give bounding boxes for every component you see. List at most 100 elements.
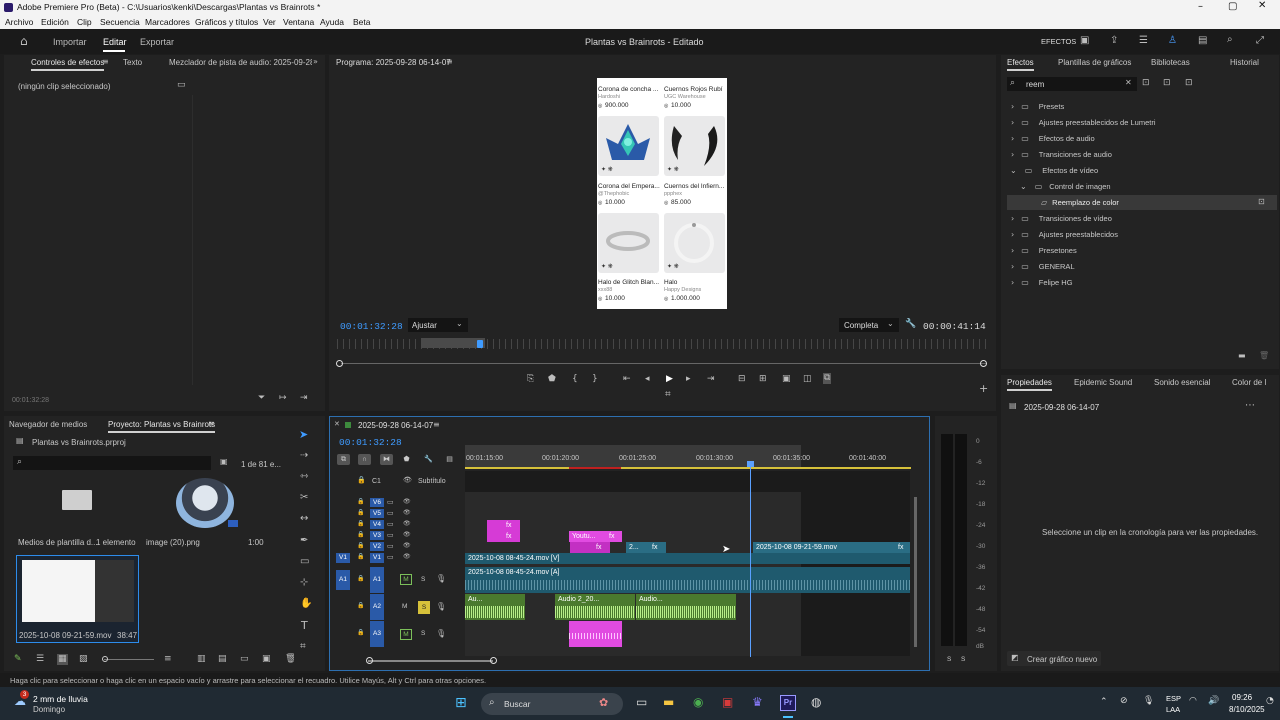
product-card[interactable]: Corona del Empera... @Thephobic 10.000 ◎ [597,177,661,211]
premiere-taskbar-icon[interactable]: Pr [780,695,796,711]
horizontal-scrollbar[interactable] [368,660,493,662]
program-menu-icon[interactable]: ≡ [446,58,453,66]
mic-icon[interactable]: 🎙 [1143,697,1154,706]
new-graphic-button[interactable]: ◩ Crear gráfico nuevo [1007,651,1101,666]
menu-clip[interactable]: Clip [77,17,92,27]
wifi-icon[interactable]: ◠ [1189,697,1197,706]
lock-icon[interactable]: 🔒 [357,554,364,560]
lock-icon[interactable]: 🔒 [357,499,364,505]
tab-project[interactable]: Proyecto: Plantas vs Brainrots [108,420,216,433]
lock-icon[interactable]: 🔒 [357,477,366,484]
product-card[interactable]: Halo de Glitch Blan... xxx88 10.000 ◎ [597,275,661,309]
go-to-in-icon[interactable]: ⇤ [623,375,631,384]
tab-menu-icon[interactable]: ≡ [102,58,109,66]
new-bin-icon[interactable]: ▬ [1238,352,1246,360]
ripple-edit-icon[interactable]: ⇿ [300,472,308,482]
chevron-up-icon[interactable]: ⌃ [1100,698,1108,707]
32bit-effects-icon[interactable]: ⊡ [1163,79,1171,88]
source-patch-a1[interactable]: A1 [336,570,350,590]
notification-icon[interactable]: ◔ [1266,697,1274,706]
tab-media-browser[interactable]: Navegador de medios [9,420,87,429]
insert-icon[interactable]: ⊟ [738,375,746,384]
timeline-playhead[interactable] [750,461,751,657]
product-image-horns[interactable]: ✦ ❋ [664,116,725,176]
button-editor-icon[interactable]: ⌗ [665,390,671,400]
product-card[interactable]: Corona de concha ... Hardoshi 900.000 ◎ [597,78,661,115]
home-icon[interactable]: ⌂ [20,35,28,47]
lock-icon[interactable]: 🔒 [357,603,364,609]
app-icon-purple[interactable]: ♛ [752,696,763,708]
tab-color[interactable]: Color de l [1232,378,1266,387]
track-target-v5[interactable]: V5 [370,509,384,518]
nav-export[interactable]: Exportar [140,37,174,47]
zoom-handle-right[interactable] [980,360,987,367]
zoom-bar[interactable] [341,363,986,364]
product-image-crown[interactable]: ✦ ❋ [598,116,659,176]
export-icon[interactable]: ⇥ [300,394,308,403]
zoom-slider-handle[interactable] [102,656,108,662]
app-icon-red[interactable]: ▣ [722,696,733,708]
clear-search-icon[interactable]: ✕ [1125,79,1132,87]
wrench-icon[interactable]: 🔧 [905,320,916,329]
tab-libraries[interactable]: Bibliotecas [1151,58,1190,67]
sync-lock-icon[interactable]: ▭ [387,510,394,517]
list-icon[interactable]: ☰ [1139,36,1148,46]
close-icon[interactable]: ✕ [1258,1,1266,11]
menu-beta[interactable]: Beta [353,17,371,27]
slip-icon[interactable]: ↔ [300,514,308,524]
add-button-icon[interactable]: + [979,383,988,394]
menu-ver[interactable]: Ver [263,17,276,27]
clip-a2-1[interactable]: Au... [465,594,525,620]
network-off-icon[interactable]: ⊘ [1120,697,1128,706]
zoom-handle-left[interactable] [336,360,343,367]
workspace-label[interactable]: EFECTOS [1041,37,1076,46]
program-playhead[interactable] [477,340,483,348]
solo-left[interactable]: S [947,656,951,663]
list-view-icon[interactable]: ☰ [36,655,44,664]
rectangle-icon[interactable]: ▭ [300,557,309,567]
menu-graficos[interactable]: Gráficos y títulos [195,17,258,27]
track-target-a1[interactable]: A1 [370,567,384,593]
add-marker-icon[interactable]: ⬟ [400,454,413,465]
eye-icon[interactable]: 👁 [403,510,411,516]
filter-icon[interactable]: ⏷ [258,394,265,403]
proxy-icon[interactable]: ⧉ [823,373,832,384]
tree-item-presets-2[interactable]: › ▭ Ajustes preestablecidos [1010,230,1118,239]
weather-text[interactable]: 2 mm de lluvia [33,694,88,704]
microphone-icon[interactable]: 🎙 [436,630,446,638]
language-2[interactable]: LAA [1166,705,1180,714]
magnet-icon[interactable]: ∩ [358,454,371,465]
sync-lock-icon[interactable]: ▭ [387,532,394,539]
sync-lock-icon[interactable]: ▭ [387,543,394,550]
tree-item-audio-effects[interactable]: › ▭ Efectos de audio [1010,134,1095,143]
mark-in-icon[interactable]: { [572,375,578,384]
captions-icon[interactable]: ▤ [443,454,456,465]
play-icon[interactable]: ▶ [666,375,673,384]
fullscreen-icon[interactable]: ⤢ [1256,36,1264,46]
yuv-effects-icon[interactable]: ⊡ [1185,79,1193,88]
timeline-ruler[interactable]: 00:01:15:00 00:01:20:00 00:01:25:00 00:0… [465,445,915,469]
clock-date[interactable]: 8/10/2025 [1229,705,1265,714]
clock-time[interactable]: 09:26 [1232,693,1252,702]
menu-ventana[interactable]: Ventana [283,17,314,27]
clip-a2-2[interactable]: Audio 2_20... [555,594,635,620]
menu-archivo[interactable]: Archivo [5,17,33,27]
playhead-handle[interactable] [747,461,754,467]
product-card[interactable]: Cuernos del Infiern... ppphex 85.000 ◎ [663,177,727,211]
track-target-v2[interactable]: V2 [370,542,384,551]
timeline-timecode[interactable]: 00:01:32:28 [339,437,402,448]
share-icon[interactable]: ⇪ [1110,36,1118,46]
automate-icon[interactable]: ▥ [197,655,206,664]
sync-lock-icon[interactable]: ▭ [387,554,394,561]
accelerated-effects-icon[interactable]: ⊡ [1142,79,1150,88]
project-search[interactable]: ⌕ [13,456,211,470]
tab-graphics-templates[interactable]: Plantillas de gráficos [1058,58,1131,67]
find-icon[interactable]: ▤ [218,655,227,664]
language-1[interactable]: ESP [1166,694,1181,703]
product-card[interactable]: Halo Happy Designs 1.000.000 ◎ [663,275,727,309]
tree-item-video-transitions[interactable]: › ▭ Transiciones de vídeo [1010,214,1112,223]
project-item-image[interactable]: image (20).png 1:00 [144,478,274,548]
lock-icon[interactable]: 🔒 [357,510,364,516]
solo-right[interactable]: S [961,656,965,663]
program-timecode[interactable]: 00:01:32:28 [340,321,403,332]
